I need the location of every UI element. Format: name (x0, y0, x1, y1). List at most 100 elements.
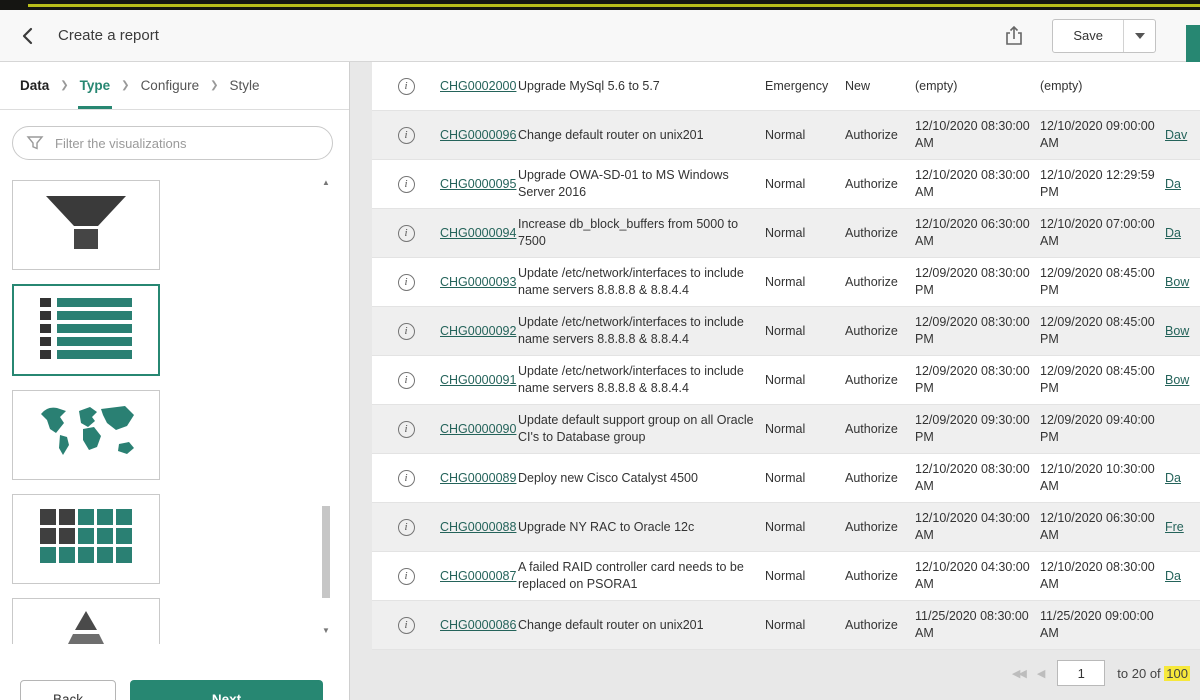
state-cell: Authorize (845, 121, 915, 150)
save-button[interactable]: Save (1053, 20, 1123, 52)
record-number-link[interactable]: CHG0000091 (440, 366, 518, 395)
visualization-list (0, 172, 349, 644)
scroll-up-icon[interactable] (321, 178, 331, 188)
assignee-link[interactable]: Da (1165, 170, 1200, 199)
start-date-cell: (empty) (915, 72, 1040, 101)
short-description-cell: Upgrade MySql 5.6 to 5.7 (518, 72, 765, 101)
short-description-cell: Update /etc/network/interfaces to includ… (518, 308, 765, 354)
table-row: CHG0000089 Deploy new Cisco Catalyst 450… (372, 454, 1200, 503)
table-row: CHG0000086 Change default router on unix… (372, 601, 1200, 650)
table-row: CHG0000087 A failed RAID controller card… (372, 552, 1200, 601)
info-icon[interactable] (398, 470, 415, 487)
info-icon[interactable] (398, 323, 415, 340)
table-row: CHG0000095 Upgrade OWA-SD-01 to MS Windo… (372, 160, 1200, 209)
table-row: CHG0000092 Update /etc/network/interface… (372, 307, 1200, 356)
record-number-link[interactable]: CHG0000088 (440, 513, 518, 542)
record-number-link[interactable]: CHG0002000 (440, 72, 518, 101)
assignee-link[interactable]: Bow (1165, 366, 1200, 395)
report-preview: CHG0002000 Upgrade MySql 5.6 to 5.7 Emer… (350, 62, 1200, 700)
scroll-down-icon[interactable] (321, 626, 331, 636)
filter-input[interactable] (12, 126, 333, 160)
chevron-right-icon (210, 62, 218, 109)
info-icon[interactable] (398, 568, 415, 585)
record-number-link[interactable]: CHG0000086 (440, 611, 518, 640)
step-configure[interactable]: Configure (139, 62, 202, 109)
info-icon[interactable] (398, 421, 415, 438)
assignee-link[interactable]: Da (1165, 464, 1200, 493)
first-page-icon[interactable] (1012, 667, 1025, 680)
start-date-cell: 12/09/2020 08:30:00 PM (915, 259, 1040, 305)
start-date-cell: 12/10/2020 08:30:00 AM (915, 112, 1040, 158)
assignee-link[interactable]: Bow (1165, 268, 1200, 297)
info-icon[interactable] (398, 127, 415, 144)
priority-cell: Normal (765, 170, 845, 199)
table-row: CHG0000096 Change default router on unix… (372, 111, 1200, 160)
end-date-cell: 12/09/2020 09:40:00 PM (1040, 406, 1165, 452)
viz-heatmap-card[interactable] (12, 494, 160, 584)
assignee-link[interactable]: Dav (1165, 121, 1200, 150)
step-type[interactable]: Type (78, 62, 113, 109)
state-cell: Authorize (845, 268, 915, 297)
scrollbar-thumb[interactable] (322, 506, 330, 598)
priority-cell: Normal (765, 464, 845, 493)
progress-line (28, 4, 1200, 7)
short-description-cell: Increase db_block_buffers from 5000 to 7… (518, 210, 765, 256)
assignee-link[interactable] (1165, 80, 1200, 92)
record-number-link[interactable]: CHG0000087 (440, 562, 518, 591)
assignee-link[interactable]: Fre (1165, 513, 1200, 542)
heatmap-icon (40, 509, 132, 570)
world-map-icon (33, 402, 139, 469)
assignee-link[interactable] (1165, 619, 1200, 631)
record-number-link[interactable]: CHG0000090 (440, 415, 518, 444)
viz-list-card[interactable] (12, 284, 160, 376)
report-table: CHG0002000 Upgrade MySql 5.6 to 5.7 Emer… (372, 62, 1200, 650)
assignee-link[interactable]: Da (1165, 219, 1200, 248)
save-dropdown-button[interactable] (1123, 20, 1155, 52)
record-number-link[interactable]: CHG0000096 (440, 121, 518, 150)
end-date-cell: 12/10/2020 10:30:00 AM (1040, 455, 1165, 501)
previous-page-icon[interactable] (1037, 667, 1045, 680)
info-icon[interactable] (398, 176, 415, 193)
step-data[interactable]: Data (18, 62, 51, 109)
page-input[interactable] (1057, 660, 1105, 686)
priority-cell: Emergency (765, 72, 845, 101)
priority-cell: Normal (765, 219, 845, 248)
viz-world-map-card[interactable] (12, 390, 160, 480)
state-cell: Authorize (845, 513, 915, 542)
start-date-cell: 12/09/2020 08:30:00 PM (915, 308, 1040, 354)
table-row: CHG0000093 Update /etc/network/interface… (372, 258, 1200, 307)
back-chevron-icon[interactable] (18, 26, 38, 46)
info-icon[interactable] (398, 274, 415, 291)
short-description-cell: Change default router on unix201 (518, 121, 765, 150)
info-icon[interactable] (398, 519, 415, 536)
pagination-total: 100 (1164, 666, 1190, 681)
record-number-link[interactable]: CHG0000089 (440, 464, 518, 493)
short-description-cell: Update /etc/network/interfaces to includ… (518, 357, 765, 403)
record-number-link[interactable]: CHG0000095 (440, 170, 518, 199)
viz-pyramid-card[interactable] (12, 598, 160, 644)
short-description-cell: A failed RAID controller card needs to b… (518, 553, 765, 599)
record-number-link[interactable]: CHG0000094 (440, 219, 518, 248)
assignee-link[interactable]: Da (1165, 562, 1200, 591)
record-number-link[interactable]: CHG0000093 (440, 268, 518, 297)
info-icon[interactable] (398, 225, 415, 242)
record-number-link[interactable]: CHG0000092 (440, 317, 518, 346)
step-style[interactable]: Style (228, 62, 262, 109)
viz-funnel-chart-card[interactable] (12, 180, 160, 270)
list-icon (38, 295, 134, 366)
back-button[interactable]: Back (20, 680, 116, 700)
short-description-cell: Upgrade OWA-SD-01 to MS Windows Server 2… (518, 161, 765, 207)
assignee-link[interactable]: Bow (1165, 317, 1200, 346)
info-icon[interactable] (398, 78, 415, 95)
info-icon[interactable] (398, 617, 415, 634)
short-description-cell: Update default support group on all Orac… (518, 406, 765, 452)
share-icon[interactable] (1004, 25, 1024, 47)
scrollbar[interactable] (321, 176, 331, 644)
start-date-cell: 12/10/2020 04:30:00 AM (915, 553, 1040, 599)
assignee-link[interactable] (1165, 423, 1200, 435)
info-icon[interactable] (398, 372, 415, 389)
funnel-chart-icon (40, 192, 132, 259)
end-date-cell: 12/10/2020 07:00:00 AM (1040, 210, 1165, 256)
end-date-cell: 12/09/2020 08:45:00 PM (1040, 357, 1165, 403)
next-button[interactable]: Next (130, 680, 323, 700)
